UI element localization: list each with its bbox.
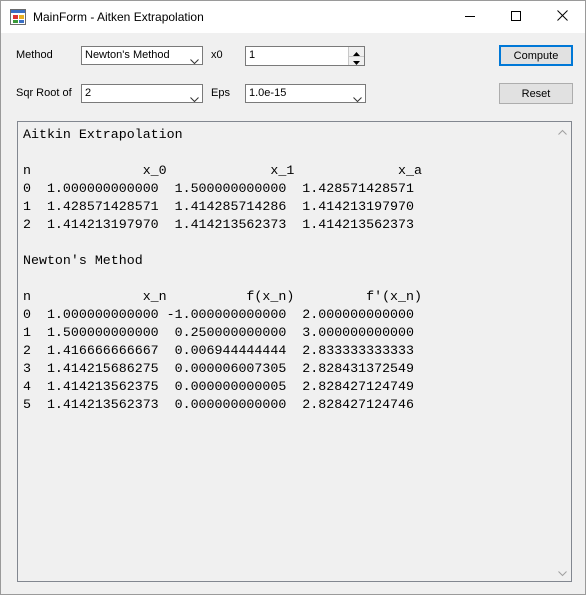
title-bar: MainForm - Aitken Extrapolation (1, 1, 585, 33)
output-text: Aitkin Extrapolation n x_0 x_1 x_a 0 1.0… (23, 127, 422, 412)
close-button[interactable] (539, 1, 585, 33)
scroll-down-button[interactable] (554, 564, 571, 581)
minimize-button[interactable] (447, 1, 493, 33)
app-window-icon (10, 9, 26, 25)
sqr-root-select-value: 2 (85, 87, 92, 99)
main-window: MainForm - Aitken Extrapolation Method N… (0, 0, 586, 595)
scroll-up-button[interactable] (554, 122, 571, 139)
method-select-value: Newton's Method (85, 49, 170, 61)
chevron-up-icon (558, 122, 567, 140)
chevron-down-icon (558, 564, 567, 582)
sqr-root-select[interactable]: 2 (81, 84, 203, 103)
spin-down-button[interactable] (349, 56, 364, 65)
output-textbox[interactable]: Aitkin Extrapolation n x_0 x_1 x_a 0 1.0… (17, 121, 572, 582)
chevron-down-icon (353, 90, 362, 103)
x0-label: x0 (211, 49, 223, 61)
minimize-icon (465, 8, 475, 26)
maximize-icon (511, 8, 521, 26)
chevron-down-icon (190, 52, 199, 65)
eps-select[interactable]: 1.0e-15 (245, 84, 366, 103)
maximize-button[interactable] (493, 1, 539, 33)
method-label: Method (16, 49, 53, 61)
chevron-down-icon (190, 90, 199, 103)
x0-value: 1 (249, 49, 256, 61)
eps-label: Eps (211, 87, 230, 99)
window-title: MainForm - Aitken Extrapolation (33, 10, 204, 24)
close-icon (556, 8, 568, 26)
method-select[interactable]: Newton's Method (81, 46, 203, 65)
vertical-scrollbar[interactable] (554, 122, 571, 581)
reset-button[interactable]: Reset (499, 83, 573, 104)
eps-select-value: 1.0e-15 (249, 87, 287, 99)
x0-spin-buttons (348, 47, 364, 65)
triangle-down-icon (353, 52, 360, 70)
x0-numeric-updown[interactable]: 1 (245, 46, 365, 66)
compute-button[interactable]: Compute (499, 45, 573, 66)
sqr-root-label: Sqr Root of (16, 87, 72, 99)
